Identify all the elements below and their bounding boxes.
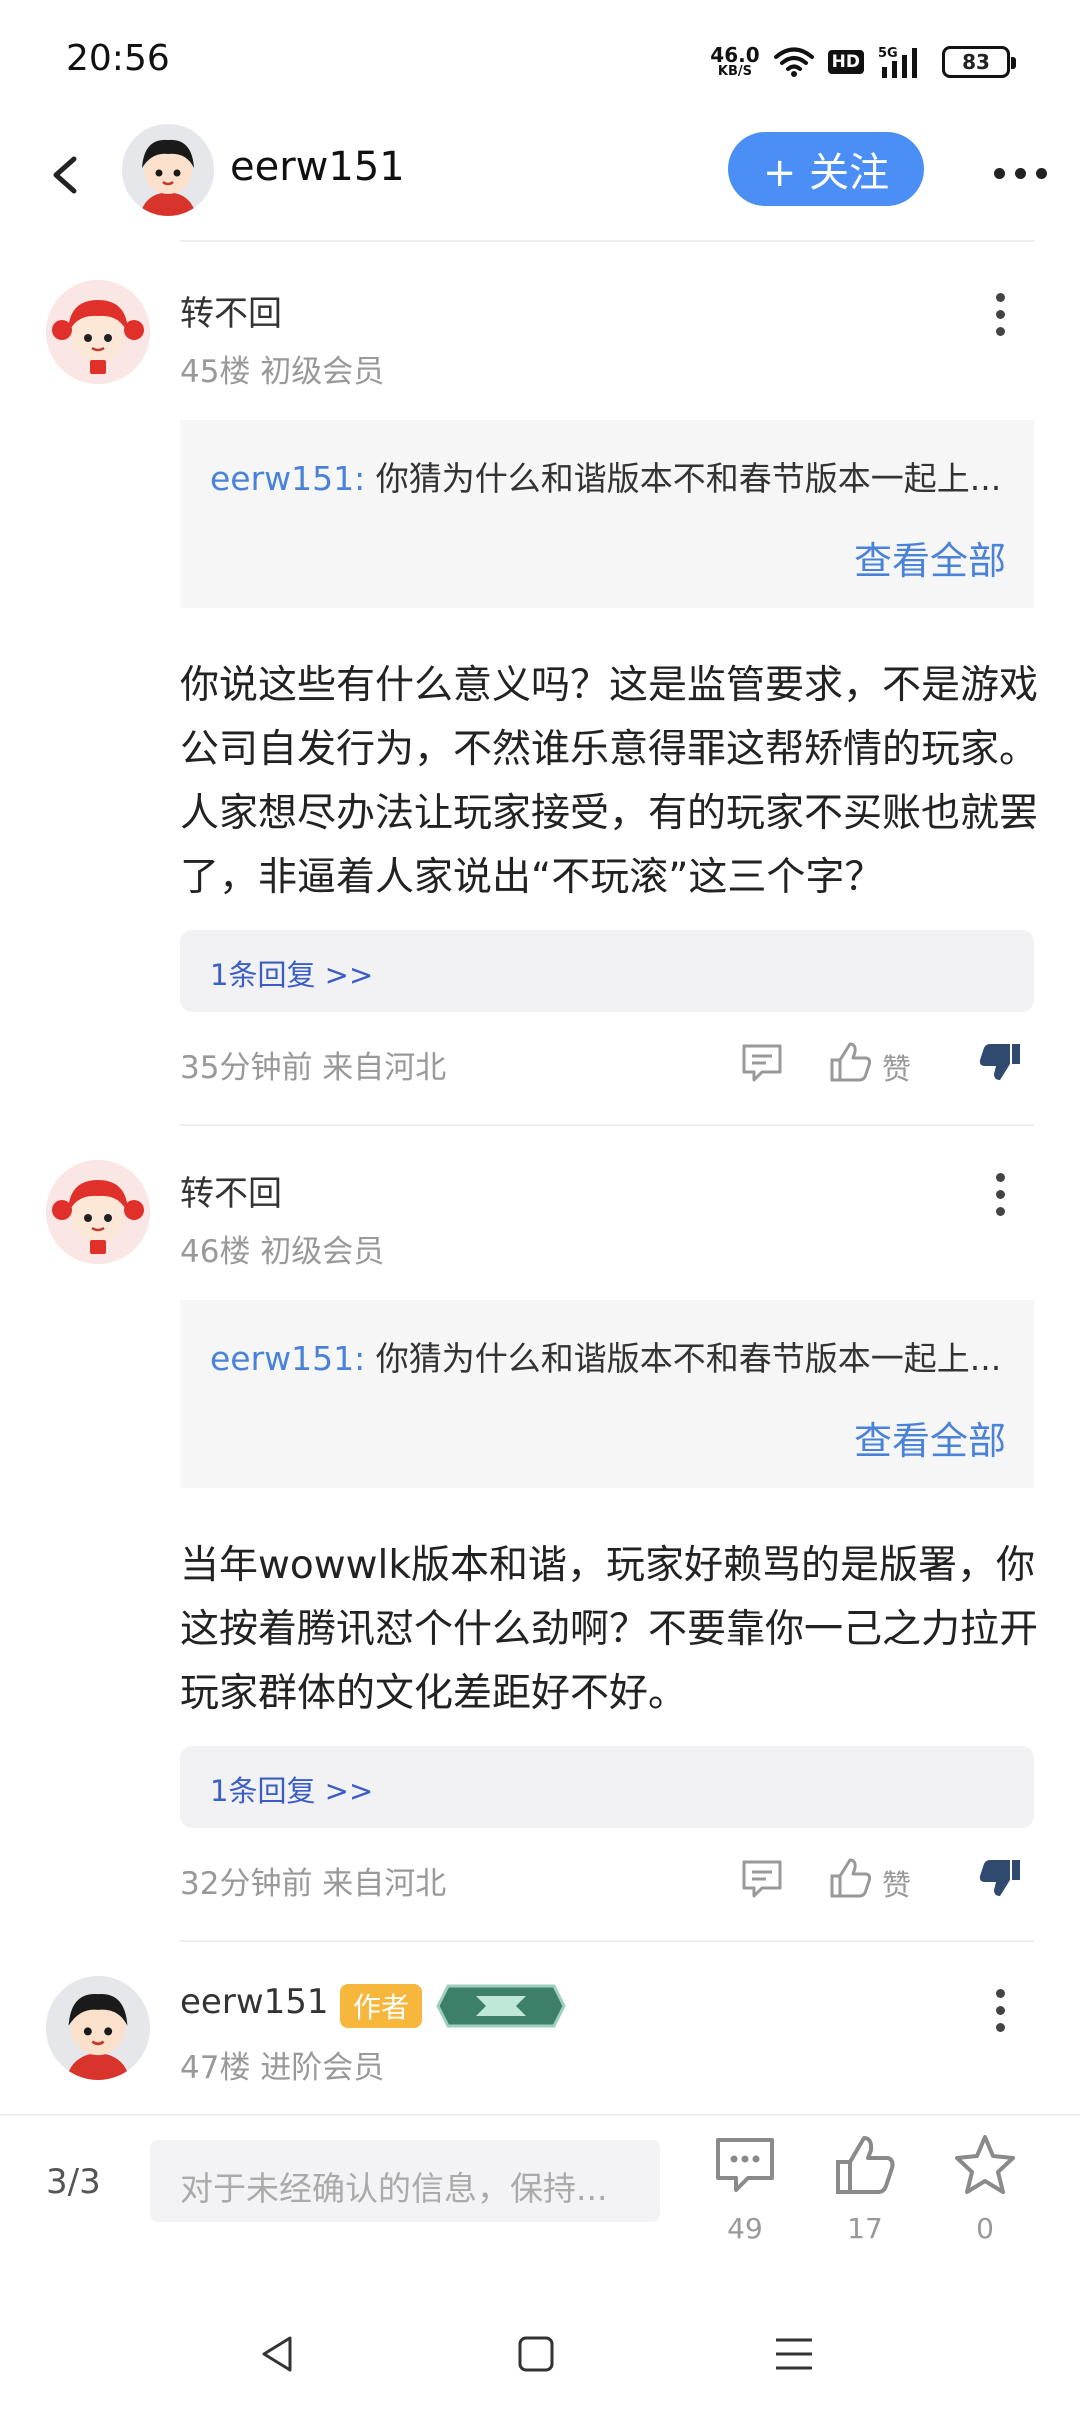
comment-menu-button[interactable] <box>978 1164 1022 1224</box>
comments-count: 49 <box>727 2212 763 2245</box>
comment-floor-meta: 47楼 进阶会员 <box>180 2050 385 2086</box>
svg-text:5G: 5G <box>878 46 898 61</box>
nav-menu-icon <box>776 2338 812 2370</box>
star-icon <box>955 2135 1015 2194</box>
like-label[interactable]: 赞 <box>882 1862 911 1904</box>
nav-recents-button[interactable] <box>764 2324 824 2384</box>
vertical-more-icon <box>995 1988 1005 1998</box>
commenter-name[interactable]: 转不回 <box>180 1166 282 1215</box>
dislike-icon[interactable] <box>978 1040 1022 1084</box>
commenter-name[interactable]: eerw151 <box>180 1982 329 2022</box>
thumbs-up-icon <box>836 2136 895 2194</box>
comments-button[interactable]: 49 <box>700 2132 790 2262</box>
status-bar: 20:56 46.0 KB/S HD 5G 83 <box>0 0 1080 120</box>
net-speed-unit: KB/S <box>717 64 753 79</box>
back-arrow-icon <box>53 156 77 194</box>
commenter-avatar[interactable] <box>46 280 150 384</box>
replies-link[interactable]: 1条回复 >> <box>180 930 1034 1012</box>
comment-menu-button[interactable] <box>978 284 1022 344</box>
view-all-link[interactable]: 查看全部 <box>854 1410 1006 1465</box>
nav-home-icon <box>518 2336 554 2372</box>
page-indicator[interactable]: 3/3 <box>46 2162 101 2202</box>
avatar-image <box>46 280 150 384</box>
like-icon[interactable] <box>828 1856 874 1900</box>
vertical-more-icon <box>995 1172 1005 1182</box>
nav-back-button[interactable] <box>248 2324 308 2384</box>
favorites-count: 0 <box>976 2212 994 2245</box>
like-label[interactable]: 赞 <box>882 1046 911 1088</box>
nav-back-icon <box>262 2336 292 2372</box>
reply-input[interactable]: 对于未经确认的信息，保持... <box>150 2140 660 2222</box>
quote-username[interactable]: eerw151: <box>210 459 365 498</box>
comment-time-location: 32分钟前 来自河北 <box>180 1866 447 1902</box>
replies-label: 1条回复 >> <box>210 958 374 992</box>
thread-header: eerw151 + 关注 <box>0 120 1080 240</box>
quote-content: 你猜为什么和谐版本不和春节版本一起上... <box>375 1339 1002 1378</box>
nav-home-button[interactable] <box>506 2324 566 2384</box>
commenter-avatar[interactable] <box>46 1976 150 2080</box>
status-icons: 46.0 KB/S HD 5G 83 <box>710 38 1016 86</box>
reply-icon[interactable] <box>740 1858 784 1900</box>
level-badge-icon <box>436 1984 566 2028</box>
comment-body: 你说这些有什么意义吗？这是监管要求，不是游戏公司自发行为，不然谁乐意得罪这帮矫情… <box>180 663 1039 900</box>
divider <box>180 240 1034 242</box>
like-icon[interactable] <box>828 1040 874 1084</box>
comment-floor-meta: 45楼 初级会员 <box>180 354 385 390</box>
comment-floor-meta: 46楼 初级会员 <box>180 1234 385 1270</box>
system-nav-bar <box>0 2284 1080 2412</box>
replies-label: 1条回复 >> <box>210 1774 374 1808</box>
quoted-post[interactable]: eerw151: 你猜为什么和谐版本不和春节版本一起上... 查看全部 <box>180 420 1034 608</box>
quoted-post[interactable]: eerw151: 你猜为什么和谐版本不和春节版本一起上... 查看全部 <box>180 1300 1034 1488</box>
likes-count: 17 <box>847 2212 883 2245</box>
quote-content: 你猜为什么和谐版本不和春节版本一起上... <box>375 459 1002 498</box>
comment-actions: 赞 <box>740 1854 1040 1904</box>
commenter-name[interactable]: 转不回 <box>180 286 282 335</box>
comment-menu-button[interactable] <box>978 1980 1022 2040</box>
net-speed: 46.0 KB/S <box>710 45 759 79</box>
signal-icon: 5G <box>878 46 917 78</box>
quote-username[interactable]: eerw151: <box>210 1339 365 1378</box>
comment-body: 当年wowwlk版本和谐，玩家好赖骂的是版署，你这按着腾讯怼个什么劲啊？不要靠你… <box>180 1543 1039 1716</box>
quote-text: eerw151: 你猜为什么和谐版本不和春节版本一起上... <box>210 1332 1010 1380</box>
follow-button[interactable]: + 关注 <box>728 132 924 206</box>
divider <box>180 1940 1034 1942</box>
comment-actions: 赞 <box>740 1038 1040 1088</box>
reply-input-placeholder: 对于未经确认的信息，保持... <box>180 2169 608 2208</box>
status-time: 20:56 <box>66 38 170 79</box>
battery-icon: 83 <box>942 46 1016 78</box>
author-avatar[interactable] <box>122 124 214 216</box>
author-badge: 作者 <box>340 1984 422 2028</box>
commenter-avatar[interactable] <box>46 1160 150 1264</box>
divider <box>180 1124 1034 1126</box>
view-all-link[interactable]: 查看全部 <box>854 530 1006 585</box>
hd-icon: HD <box>827 50 864 74</box>
comment-icon <box>716 2138 774 2192</box>
replies-link[interactable]: 1条回复 >> <box>180 1746 1034 1828</box>
avatar-image <box>122 124 214 216</box>
avatar-image <box>46 1976 150 2080</box>
avatar-image <box>46 1160 150 1264</box>
wifi-icon <box>773 47 814 77</box>
reply-icon[interactable] <box>740 1042 784 1084</box>
like-post-button[interactable]: 17 <box>820 2132 910 2262</box>
vertical-more-icon <box>995 292 1005 302</box>
favorite-button[interactable]: 0 <box>940 2132 1030 2262</box>
more-button[interactable] <box>980 148 1060 198</box>
back-button[interactable] <box>30 140 100 210</box>
bottom-action-bar: 3/3 对于未经确认的信息，保持... 49 17 0 <box>0 2114 1080 2284</box>
header-username[interactable]: eerw151 <box>230 144 405 190</box>
quote-text: eerw151: 你猜为什么和谐版本不和春节版本一起上... <box>210 452 1010 500</box>
comment-time-location: 35分钟前 来自河北 <box>180 1050 447 1086</box>
dislike-icon[interactable] <box>978 1856 1022 1900</box>
more-icon <box>993 167 1005 179</box>
